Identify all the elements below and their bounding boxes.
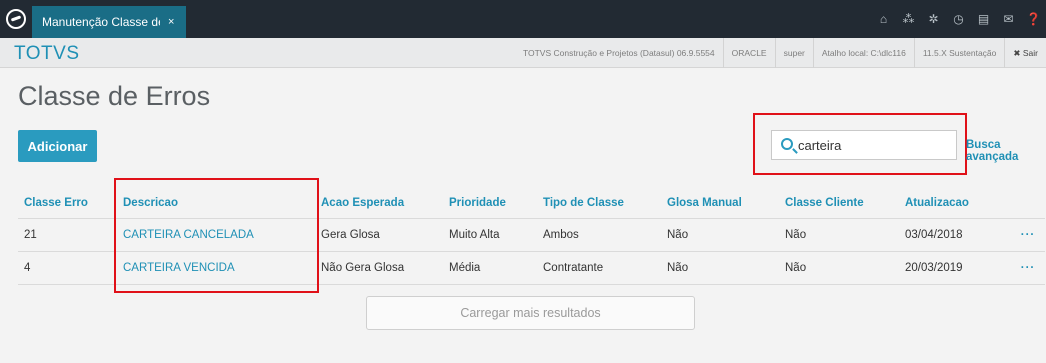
search-field[interactable] xyxy=(771,130,957,160)
column-header-acao-esperada[interactable]: Acao Esperada xyxy=(315,188,443,219)
app-logo-icon[interactable] xyxy=(6,9,26,29)
cell-acao-esperada: Gera Glosa xyxy=(315,218,443,252)
gear-icon[interactable]: ✲ xyxy=(921,0,946,38)
column-header-glosa-manual[interactable]: Glosa Manual xyxy=(661,188,779,219)
clock-icon[interactable]: ◷ xyxy=(946,0,971,38)
add-button[interactable]: Adicionar xyxy=(18,130,97,162)
cell-tipo-de-classe: Ambos xyxy=(537,218,661,252)
sitemap-icon[interactable]: ⁂ xyxy=(896,0,921,38)
cell-classe-cliente: Não xyxy=(779,218,899,252)
column-header-classe-erro[interactable]: Classe Erro xyxy=(18,188,117,219)
mail-icon[interactable]: ✉ xyxy=(996,0,1021,38)
advanced-search-link[interactable]: Busca avançada xyxy=(966,139,1046,163)
user-label: super xyxy=(774,38,813,68)
top-icons: ⌂ ⁂ ✲ ◷ ▤ ✉ ❓ xyxy=(871,0,1046,38)
exit-button[interactable]: ✖ Sair xyxy=(1004,38,1046,68)
document-icon[interactable]: ▤ xyxy=(971,0,996,38)
session-info: TOTVS Construção e Projetos (Datasul) 06… xyxy=(515,38,1046,68)
search-icon[interactable] xyxy=(781,138,793,150)
cell-atualizacao: 20/03/2019 xyxy=(899,251,1005,285)
column-header-tipo-de-classe[interactable]: Tipo de Classe xyxy=(537,188,661,219)
search-input[interactable] xyxy=(798,136,948,155)
tab-close-icon[interactable]: × xyxy=(168,16,174,28)
cell-tipo-de-classe: Contratante xyxy=(537,251,661,285)
help-icon[interactable]: ❓ xyxy=(1021,0,1046,38)
cell-classe-cliente: Não xyxy=(779,251,899,285)
cell-atualizacao: 03/04/2018 xyxy=(899,218,1005,252)
cell-prioridade: Média xyxy=(443,251,537,285)
load-more-button[interactable]: Carregar mais resultados xyxy=(366,296,695,330)
description-highlight-box xyxy=(114,178,319,293)
cell-acao-esperada: Não Gera Glosa xyxy=(315,251,443,285)
tab-title: Manutenção Classe de xyxy=(42,15,160,29)
company-label: TOTVS Construção e Projetos (Datasul) 06… xyxy=(522,48,715,58)
version-label: 11.5.X Sustentação xyxy=(913,38,1005,68)
row-actions-icon[interactable]: ··· xyxy=(1005,218,1045,252)
tab-manutencao-classe[interactable]: Manutenção Classe de × xyxy=(32,6,186,38)
row-actions-icon[interactable]: ··· xyxy=(1005,251,1045,285)
top-bar: Manutenção Classe de × ⌂ ⁂ ✲ ◷ ▤ ✉ ❓ xyxy=(0,0,1046,38)
column-header-prioridade[interactable]: Prioridade xyxy=(443,188,537,219)
database-label: ORACLE xyxy=(722,38,775,68)
cell-classe-erro: 4 xyxy=(18,251,117,285)
cell-classe-erro: 21 xyxy=(18,218,117,252)
page-title: Classe de Erros xyxy=(18,81,211,111)
column-header-classe-cliente[interactable]: Classe Cliente xyxy=(779,188,899,219)
cell-glosa-manual: Não xyxy=(661,251,779,285)
brand-logo: TOTVS xyxy=(14,43,80,64)
shortcut-label: Atalho local: C:\dlc116 xyxy=(812,38,914,68)
column-header-atualizacao[interactable]: Atualizacao xyxy=(899,188,1005,219)
header-bar: TOTVS TOTVS Construção e Projetos (Datas… xyxy=(0,38,1046,68)
home-icon[interactable]: ⌂ xyxy=(871,0,896,38)
cell-glosa-manual: Não xyxy=(661,218,779,252)
column-header-actions xyxy=(1005,188,1045,219)
cell-prioridade: Muito Alta xyxy=(443,218,537,252)
